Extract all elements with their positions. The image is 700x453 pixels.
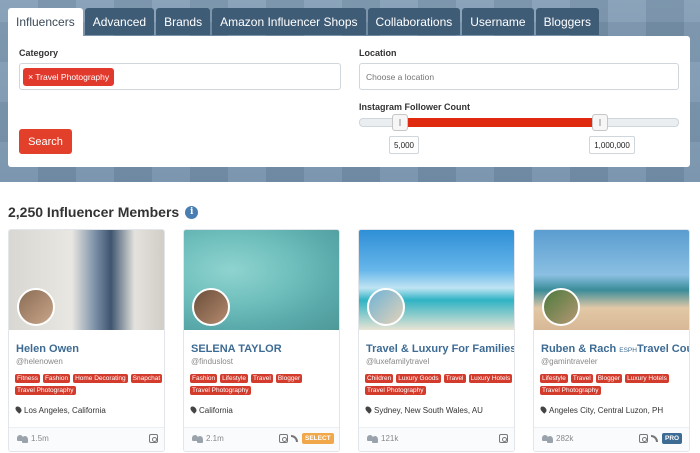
avatar: [542, 288, 580, 326]
info-icon[interactable]: i: [185, 205, 199, 219]
location-pin-icon: [364, 405, 373, 414]
avatar: [192, 288, 230, 326]
tag[interactable]: Lifestyle: [540, 374, 568, 383]
people-icon: [17, 434, 28, 443]
location-pin-icon: [189, 405, 198, 414]
tag[interactable]: Luxury Goods: [396, 374, 441, 383]
card-footer: 282k PRO: [534, 427, 689, 451]
tag[interactable]: Travel: [570, 374, 593, 383]
tag[interactable]: Fashion: [42, 374, 71, 383]
influencer-name[interactable]: Ruben & Rach ESPHTravel Couple: [541, 343, 689, 355]
tab-advanced[interactable]: Advanced: [84, 8, 155, 35]
location: Angeles City, Central Luzon, PH: [539, 405, 663, 415]
location-pin-icon: [539, 405, 548, 414]
pro-badge: PRO: [662, 433, 683, 444]
people-icon: [367, 434, 378, 443]
people-icon: [192, 434, 203, 443]
category-input[interactable]: × Travel Photography: [19, 63, 341, 90]
location: Los Angeles, California: [14, 405, 106, 415]
category-chip-label: Travel Photography: [35, 72, 110, 82]
results-header: 2,250 Influencer Members i: [8, 204, 199, 220]
follower-count: 1.5m: [17, 434, 49, 443]
search-button[interactable]: Search: [19, 129, 72, 154]
tag[interactable]: Travel Photography: [190, 386, 251, 395]
tab-bloggers[interactable]: Bloggers: [535, 8, 599, 35]
search-panel: Category × Travel Photography Location I…: [8, 36, 690, 167]
max-followers-input[interactable]: 1,000,000: [589, 136, 635, 154]
tag-list: Fashion Lifestyle Travel Blogger Travel …: [190, 374, 339, 395]
instagram-icon[interactable]: [279, 434, 288, 443]
tag[interactable]: Travel Photography: [540, 386, 601, 395]
influencer-name[interactable]: SELENA TAYLOR: [191, 343, 282, 355]
tag[interactable]: Blogger: [275, 374, 303, 383]
influencer-handle: @gamintraveler: [541, 357, 598, 366]
follower-count: 282k: [542, 434, 573, 443]
influencer-card[interactable]: Ruben & Rach ESPHTravel Couple @gamintra…: [533, 229, 690, 452]
card-footer: 2.1m SELECT: [184, 427, 339, 451]
tag[interactable]: Lifestyle: [220, 374, 248, 383]
slider-max-handle[interactable]: [592, 114, 608, 131]
tag-list: Lifestyle Travel Blogger Luxury Hotels T…: [540, 374, 689, 395]
tab-amazon-influencer-shops[interactable]: Amazon Influencer Shops: [212, 8, 366, 35]
tag[interactable]: Travel Photography: [365, 386, 426, 395]
rss-icon[interactable]: [651, 435, 658, 442]
influencer-name[interactable]: Travel & Luxury For Families: [366, 343, 514, 355]
tag-list: Children Luxury Goods Travel Luxury Hote…: [365, 374, 514, 395]
influencer-handle: @finduslost: [191, 357, 233, 366]
avatar: [367, 288, 405, 326]
influencer-card[interactable]: Helen Owen @helenowen Fitness Fashion Ho…: [8, 229, 165, 452]
tag[interactable]: Fashion: [190, 374, 218, 383]
tag[interactable]: Fitness: [15, 374, 40, 383]
tab-brands[interactable]: Brands: [156, 8, 211, 35]
category-chip[interactable]: × Travel Photography: [23, 68, 115, 86]
follower-range-slider[interactable]: [359, 114, 679, 131]
slider-min-handle[interactable]: [392, 114, 408, 131]
instagram-icon[interactable]: [639, 434, 648, 443]
slider-fill: [400, 118, 600, 127]
influencer-handle: @luxefamilytravel: [366, 357, 430, 366]
instagram-icon[interactable]: [499, 434, 508, 443]
tab-influencers[interactable]: Influencers: [8, 8, 83, 36]
tab-collaborations[interactable]: Collaborations: [367, 8, 461, 35]
search-tabs: Influencers Advanced Brands Amazon Influ…: [8, 8, 599, 36]
influencer-handle: @helenowen: [16, 357, 63, 366]
select-badge: SELECT: [302, 433, 334, 444]
min-followers-input[interactable]: 5,000: [389, 136, 419, 154]
location: Sydney, New South Wales, AU: [364, 405, 483, 415]
category-label: Category: [19, 48, 59, 58]
tag[interactable]: Luxury Hotels: [625, 374, 669, 383]
location: California: [189, 405, 233, 415]
tab-username[interactable]: Username: [462, 8, 534, 35]
follower-count: 121k: [367, 434, 398, 443]
influencer-card[interactable]: SELENA TAYLOR @finduslost Fashion Lifest…: [183, 229, 340, 452]
tag[interactable]: Travel Photography: [15, 386, 76, 395]
follower-count: 2.1m: [192, 434, 224, 443]
people-icon: [542, 434, 553, 443]
tag[interactable]: Luxury Hotels: [468, 374, 513, 383]
tag[interactable]: Blogger: [595, 374, 623, 383]
location-pin-icon: [14, 405, 23, 414]
card-footer: 1.5m: [9, 427, 164, 451]
results-count: 2,250 Influencer Members: [8, 204, 180, 220]
tag[interactable]: Home Decorating: [73, 374, 128, 383]
rss-icon[interactable]: [291, 435, 298, 442]
tag[interactable]: Snapchat: [130, 374, 163, 383]
follower-count-label: Instagram Follower Count: [359, 102, 471, 112]
influencer-card[interactable]: Travel & Luxury For Families @luxefamily…: [358, 229, 515, 452]
card-footer: 121k: [359, 427, 514, 451]
tag[interactable]: Children: [365, 374, 394, 383]
location-label: Location: [359, 48, 397, 58]
influencer-name[interactable]: Helen Owen: [16, 343, 79, 355]
location-input[interactable]: [359, 63, 679, 90]
tag[interactable]: Travel: [443, 374, 466, 383]
avatar: [17, 288, 55, 326]
chip-remove-icon[interactable]: ×: [28, 72, 33, 82]
instagram-icon[interactable]: [149, 434, 158, 443]
tag[interactable]: Travel: [250, 374, 273, 383]
tag-list: Fitness Fashion Home Decorating Snapchat…: [15, 374, 164, 395]
